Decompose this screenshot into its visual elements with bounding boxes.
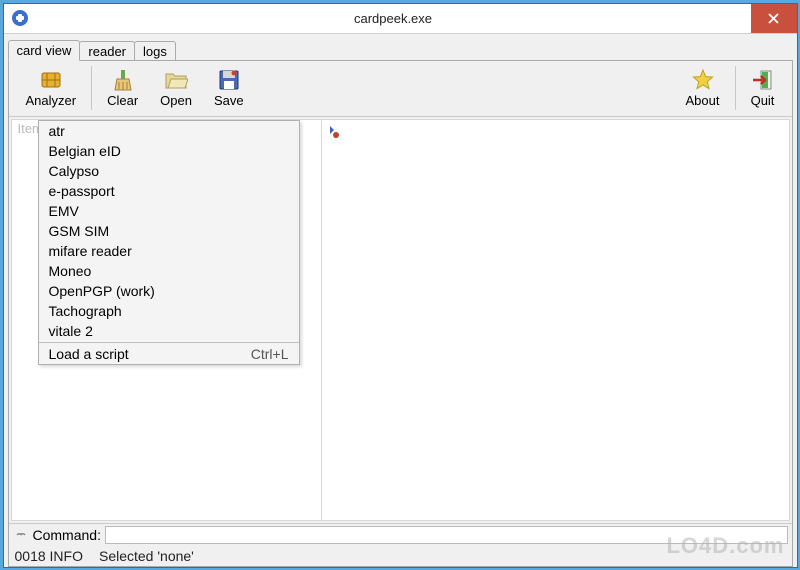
menu-item-openpgp[interactable]: OpenPGP (work) [39, 281, 299, 301]
window-title: cardpeek.exe [36, 11, 751, 26]
detail-pane [322, 120, 789, 520]
menu-item-belgian-eid[interactable]: Belgian eID [39, 141, 299, 161]
menu-item-load-script[interactable]: Load a script Ctrl+L [39, 344, 299, 364]
analyzer-menu: atr Belgian eID Calypso e-passport EMV G… [38, 120, 300, 365]
menu-item-atr[interactable]: atr [39, 121, 299, 141]
tab-logs[interactable]: logs [134, 41, 176, 61]
broom-icon [111, 68, 135, 92]
star-icon [691, 68, 715, 92]
menu-item-emv[interactable]: EMV [39, 201, 299, 221]
floppy-icon [217, 68, 241, 92]
quit-button[interactable]: Quit [740, 62, 786, 114]
menu-item-moneo[interactable]: Moneo [39, 261, 299, 281]
app-icon [12, 10, 28, 26]
status-bar: 0018 INFO Selected 'none' [9, 546, 792, 566]
tree-pane[interactable]: Items Size Interpreted value atr Belgian… [12, 120, 322, 520]
exit-icon [751, 68, 775, 92]
about-button[interactable]: About [675, 62, 731, 114]
tab-strip: card view reader logs [8, 38, 793, 60]
close-button[interactable] [751, 4, 797, 33]
folder-icon [164, 68, 188, 92]
menu-item-epassport[interactable]: e-passport [39, 181, 299, 201]
tab-card-view[interactable]: card view [8, 40, 81, 61]
titlebar: cardpeek.exe [4, 4, 797, 34]
node-icon [326, 128, 342, 143]
chip-icon [39, 68, 63, 92]
menu-item-calypso[interactable]: Calypso [39, 161, 299, 181]
command-label: Command: [33, 527, 101, 543]
bottom-area: Command: 0018 INFO Selected 'none' [9, 523, 792, 566]
app-window: cardpeek.exe card view reader logs Analy… [3, 3, 798, 568]
about-label: About [686, 93, 720, 108]
analyzer-button[interactable]: Analyzer [15, 62, 88, 114]
toolbar: Analyzer Clear Open [9, 61, 792, 117]
status-code: 0018 INFO [15, 548, 83, 564]
link-icon [13, 527, 29, 543]
status-text: Selected 'none' [99, 548, 194, 564]
menu-shortcut: Ctrl+L [251, 346, 289, 362]
menu-item-tachograph[interactable]: Tachograph [39, 301, 299, 321]
tab-reader[interactable]: reader [79, 41, 135, 61]
open-label: Open [160, 93, 192, 108]
close-icon [768, 13, 779, 24]
save-button[interactable]: Save [203, 62, 255, 114]
client-area: card view reader logs Analyzer Clear [4, 34, 797, 567]
separator [735, 66, 736, 110]
quit-label: Quit [751, 93, 775, 108]
menu-item-vitale2[interactable]: vitale 2 [39, 321, 299, 341]
content-area: Items Size Interpreted value atr Belgian… [11, 119, 790, 521]
open-button[interactable]: Open [149, 62, 203, 114]
clear-label: Clear [107, 93, 138, 108]
window-buttons [751, 4, 797, 33]
menu-separator [39, 342, 299, 343]
command-row: Command: [9, 524, 792, 546]
separator [91, 66, 92, 110]
command-input[interactable] [105, 526, 788, 544]
clear-button[interactable]: Clear [96, 62, 149, 114]
menu-item-mifare[interactable]: mifare reader [39, 241, 299, 261]
analyzer-label: Analyzer [26, 93, 77, 108]
tab-page: Analyzer Clear Open [8, 60, 793, 567]
save-label: Save [214, 93, 244, 108]
menu-item-gsm-sim[interactable]: GSM SIM [39, 221, 299, 241]
